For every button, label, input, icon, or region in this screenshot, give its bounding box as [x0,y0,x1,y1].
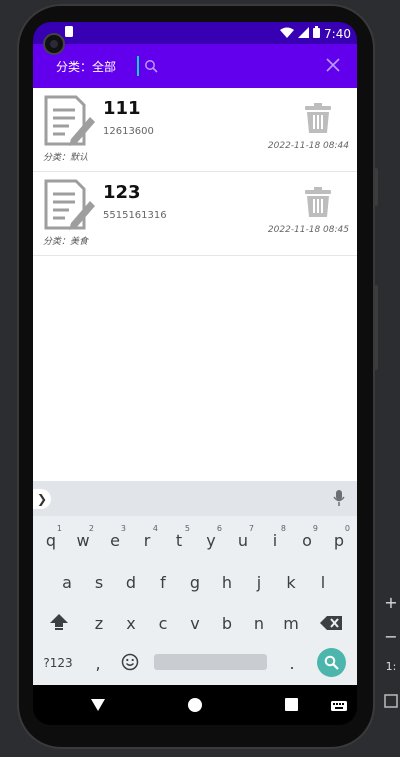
backspace-key[interactable] [315,605,347,639]
shift-key[interactable] [43,605,75,639]
key-n[interactable]: n [243,605,275,639]
key-u[interactable]: 7u [227,522,259,556]
chevron-right-icon[interactable]: ❯ [33,489,51,509]
recents-icon[interactable] [285,698,298,711]
aspect-ratio-icon[interactable]: 1: [382,660,400,682]
navigation-bar [33,685,357,725]
key-q[interactable]: 1q [35,522,67,556]
key-f[interactable]: f [147,564,179,598]
key-b[interactable]: b [211,605,243,639]
soft-keyboard: ❯ 1q 2w 3e 4r 5t 6y 7u 8i 9o 0p a s d f … [33,481,357,685]
category-filter[interactable]: 分类：全部 [56,58,116,75]
note-list: 111 12613600 分类：默认 2022-11-18 08:44 123 … [33,88,357,481]
trash-icon[interactable] [305,103,331,137]
wifi-icon [280,27,295,41]
period-key[interactable]: . [277,645,307,679]
zoom-in-icon[interactable]: + [382,593,400,615]
key-y[interactable]: 6y [195,522,227,556]
back-icon[interactable] [91,697,105,716]
key-t[interactable]: 5t [163,522,195,556]
keyboard-search-key[interactable] [317,648,346,677]
key-r[interactable]: 4r [131,522,163,556]
key-v[interactable]: v [179,605,211,639]
home-icon[interactable] [188,698,202,712]
note-title: 123 [103,182,141,203]
front-camera [43,33,65,55]
search-cursor [137,56,139,76]
status-time: 7:40 [324,26,351,41]
key-i[interactable]: 8i [259,522,291,556]
keyboard-icon[interactable] [331,698,347,717]
note-icon [43,179,97,235]
key-o[interactable]: 9o [291,522,323,556]
comma-key[interactable]: , [83,645,113,679]
battery-icon [313,26,321,41]
key-g[interactable]: g [179,564,211,598]
key-x[interactable]: x [115,605,147,639]
note-title: 111 [103,98,141,119]
key-e[interactable]: 3e [99,522,131,556]
list-item[interactable]: 111 12613600 分类：默认 2022-11-18 08:44 [33,88,357,172]
search-icon [324,655,339,674]
status-bar: 7:40 [33,22,357,44]
backspace-icon [320,615,342,634]
symbols-key[interactable]: ?123 [39,645,77,679]
keyboard-row-1: 1q 2w 3e 4r 5t 6y 7u 8i 9o 0p [33,522,357,556]
keyboard-row-2: a s d f g h j k l [33,564,357,598]
key-j[interactable]: j [243,564,275,598]
list-item[interactable]: 123 5515161316 分类：美食 2022-11-18 08:45 [33,172,357,256]
note-content: 12613600 [103,126,154,137]
key-c[interactable]: c [147,605,179,639]
key-d[interactable]: d [115,564,147,598]
note-time: 2022-11-18 08:44 [267,141,349,151]
signal-icon [298,26,310,41]
microphone-icon[interactable] [333,490,345,510]
search-input[interactable] [161,54,321,78]
zoom-out-icon[interactable]: − [382,627,400,649]
key-p[interactable]: 0p [323,522,355,556]
key-w[interactable]: 2w [67,522,99,556]
shift-icon [49,613,69,635]
key-h[interactable]: h [211,564,243,598]
key-m[interactable]: m [275,605,307,639]
note-category: 分类：美食 [43,237,89,247]
keyboard-row-4: ?123 , . [33,645,357,679]
trash-icon[interactable] [305,187,331,221]
note-icon [43,95,97,151]
device-screen: 7:40 分类：全部 111 12613600 分类：默认 2022-11-18… [33,22,357,725]
space-bar[interactable] [154,654,267,670]
note-time: 2022-11-18 08:45 [267,225,349,235]
keyboard-toolbar: ❯ [33,481,357,516]
note-content: 5515161316 [103,210,167,221]
search-icon [144,58,158,77]
note-category: 分类：默认 [43,153,89,163]
screenshot-icon[interactable] [382,693,400,715]
keyboard-row-3: z x c v b n m [33,605,357,639]
close-icon[interactable] [325,57,341,77]
key-s[interactable]: s [83,564,115,598]
app-bar: 分类：全部 [33,44,357,88]
key-z[interactable]: z [83,605,115,639]
emoji-key[interactable] [115,645,145,679]
emoji-icon [121,653,139,675]
key-a[interactable]: a [51,564,83,598]
key-k[interactable]: k [275,564,307,598]
key-l[interactable]: l [307,564,339,598]
notification-icon [65,26,73,40]
